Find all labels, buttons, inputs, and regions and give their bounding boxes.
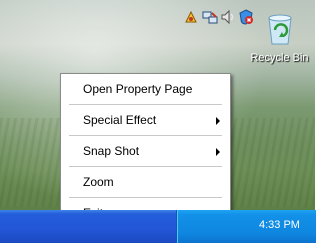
- menu-item-snap-shot[interactable]: Snap Shot: [61, 138, 230, 164]
- menu-item-label: Special Effect: [83, 113, 157, 127]
- menu-item-label: Zoom: [83, 175, 114, 189]
- menu-item-zoom[interactable]: Zoom: [61, 169, 230, 195]
- recycle-bin-shortcut[interactable]: Recycle Bin: [244, 12, 315, 82]
- menu-item-label: Snap Shot: [83, 144, 140, 158]
- menu-separator: [69, 104, 222, 105]
- menu-item-label: Open Property Page: [83, 82, 193, 96]
- recycle-bin-icon: [267, 14, 292, 45]
- menu-item-open-property-page[interactable]: Open Property Page: [61, 76, 230, 102]
- submenu-arrow-icon: [216, 117, 220, 125]
- recycle-bin-label: Recycle Bin: [250, 52, 309, 64]
- tray-clock[interactable]: 4:33 PM: [259, 219, 300, 231]
- menu-separator: [69, 197, 222, 198]
- security-alert-icon[interactable]: [238, 9, 254, 25]
- context-menu: Open Property Page Special Effect Snap S…: [60, 73, 231, 230]
- app-tray-icon[interactable]: [183, 9, 199, 25]
- submenu-arrow-icon: [216, 148, 220, 156]
- network-icon[interactable]: [202, 9, 218, 25]
- menu-separator: [69, 135, 222, 136]
- speaker-icon[interactable]: [220, 9, 236, 25]
- menu-item-special-effect[interactable]: Special Effect: [61, 107, 230, 133]
- menu-separator: [69, 166, 222, 167]
